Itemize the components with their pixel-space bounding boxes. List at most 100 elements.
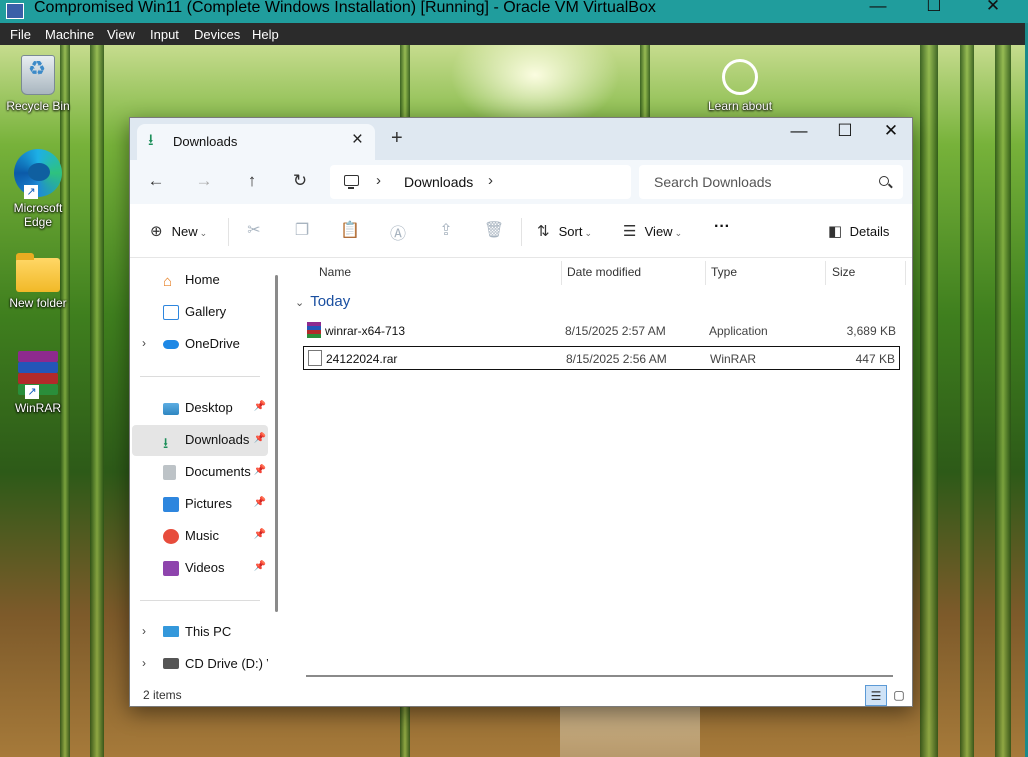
sidebar-item-documents[interactable]: Documents 📌 <box>132 457 268 488</box>
cut-icon[interactable]: ✂ <box>243 220 265 240</box>
navigation-bar: ← → ↑ ↻ › Downloads › Search Downloads <box>130 160 912 204</box>
status-bar: 2 items ☰ ▢ <box>130 680 912 706</box>
file-list: Name Date modified Type Size ⌄ Today winr… <box>287 259 912 680</box>
pin-icon[interactable]: 📌 <box>254 465 266 476</box>
desktop-icon-label: New folder <box>9 296 67 310</box>
pictures-icon <box>163 497 179 512</box>
table-row[interactable]: 24122024.rar 8/15/2025 2:56 AM WinRAR 44… <box>303 346 900 370</box>
pin-icon[interactable]: 📌 <box>254 561 266 572</box>
navigation-pane: ⌂ Home Gallery › OneDrive Desktop 📌 ⭳ Do… <box>130 259 286 680</box>
sort-icon: ⇅ <box>537 223 550 240</box>
forward-button[interactable]: → <box>188 168 220 196</box>
sidebar-item-onedrive[interactable]: › OneDrive <box>132 329 268 360</box>
desktop-icon-new-folder[interactable]: New folder <box>0 253 76 310</box>
tab-downloads[interactable]: ⭳ Downloads × <box>137 124 375 160</box>
navigation-pane-scrollbar[interactable] <box>275 275 278 612</box>
group-label: Today <box>310 293 351 310</box>
sidebar-item-label: Videos <box>185 560 225 575</box>
sidebar-item-downloads[interactable]: ⭳ Downloads 📌 <box>132 425 268 456</box>
menu-file[interactable]: File <box>10 27 31 42</box>
chevron-down-icon: ⌄ <box>295 297 305 309</box>
tiles-view-button[interactable]: ▢ <box>888 685 910 706</box>
close-button[interactable]: ✕ <box>868 118 912 146</box>
view-button[interactable]: ☰ View ⌄ <box>623 222 682 240</box>
menu-view[interactable]: View <box>107 27 135 42</box>
up-button[interactable]: ↑ <box>236 168 268 196</box>
sidebar-item-videos[interactable]: Videos 📌 <box>132 553 268 584</box>
documents-icon <box>163 465 176 480</box>
download-icon: ⭳ <box>163 435 169 452</box>
delete-icon[interactable]: 🗑 <box>483 220 505 240</box>
pin-icon[interactable]: 📌 <box>254 433 266 444</box>
sidebar-item-cd-drive[interactable]: › CD Drive (D:) Vir <box>132 649 268 680</box>
column-header-type[interactable]: Type <box>711 259 737 287</box>
more-options-button[interactable]: ··· <box>714 218 730 236</box>
desktop-icon-edge[interactable]: ↗ Microsoft Edge <box>0 149 76 229</box>
address-bar[interactable]: › Downloads › <box>330 165 631 199</box>
table-row[interactable]: winrar-x64-713 8/15/2025 2:57 AM Applica… <box>303 319 900 343</box>
refresh-button[interactable]: ↻ <box>284 168 316 196</box>
horizontal-scrollbar[interactable] <box>306 675 893 677</box>
sidebar-item-label: Documents <box>185 464 251 479</box>
music-icon <box>163 529 179 544</box>
share-icon[interactable]: ⇪ <box>435 220 457 240</box>
desktop-icon-winrar[interactable]: ↗ WinRAR <box>0 349 76 415</box>
paste-icon[interactable]: 📋 <box>339 220 361 240</box>
chevron-right-icon[interactable]: › <box>142 624 146 638</box>
column-header-name[interactable]: Name <box>319 259 351 287</box>
tab-close-icon[interactable]: × <box>352 130 363 150</box>
menu-input[interactable]: Input <box>150 27 179 42</box>
sidebar-item-music[interactable]: Music 📌 <box>132 521 268 552</box>
column-header-size[interactable]: Size <box>832 259 855 287</box>
virtualbox-titlebar: Compromised Win11 (Complete Windows Inst… <box>0 0 1028 23</box>
desktop-icon-label: WinRAR <box>14 401 61 415</box>
search-icon <box>879 176 889 186</box>
menu-machine[interactable]: Machine <box>45 27 94 42</box>
minimize-button[interactable]: — <box>858 0 898 20</box>
back-button[interactable]: ← <box>140 168 172 196</box>
home-icon: ⌂ <box>163 273 173 290</box>
sidebar-item-label: Home <box>185 272 220 287</box>
minimize-button[interactable]: — <box>776 118 822 146</box>
pin-icon[interactable]: 📌 <box>254 529 266 540</box>
chevron-right-icon[interactable]: › <box>376 172 381 189</box>
winrar-installer-icon <box>307 322 321 338</box>
maximize-button[interactable]: ☐ <box>822 118 868 146</box>
chevron-right-icon[interactable]: › <box>142 336 146 350</box>
cloud-icon <box>163 340 179 349</box>
details-pane-button[interactable]: ◧ Details <box>828 222 889 240</box>
pin-icon[interactable]: 📌 <box>254 497 266 508</box>
copy-icon[interactable]: ❐ <box>291 220 313 240</box>
group-header-today[interactable]: ⌄ Today <box>295 293 350 310</box>
sidebar-item-label: Gallery <box>185 304 227 319</box>
details-view-button[interactable]: ☰ <box>865 685 887 706</box>
sidebar-item-pictures[interactable]: Pictures 📌 <box>132 489 268 520</box>
search-box[interactable]: Search Downloads <box>639 165 903 199</box>
sidebar-item-gallery[interactable]: Gallery <box>132 297 268 328</box>
new-button[interactable]: ⊕ New ⌄ <box>150 222 207 240</box>
desktop-icon-learn-about[interactable]: Learn about <box>702 59 778 113</box>
chevron-right-icon[interactable]: › <box>488 172 493 189</box>
sidebar-item-label: CD Drive (D:) Vir <box>185 656 268 671</box>
desktop-icon-recycle-bin[interactable]: Recycle Bin <box>0 55 76 113</box>
menu-devices[interactable]: Devices <box>194 27 240 42</box>
sort-button[interactable]: ⇅ Sort ⌄ <box>537 222 592 240</box>
new-tab-button[interactable]: + <box>391 128 403 148</box>
maximize-button[interactable]: ☐ <box>914 0 954 20</box>
shortcut-arrow-icon: ↗ <box>25 385 39 399</box>
sidebar-item-home[interactable]: ⌂ Home <box>132 265 268 296</box>
sidebar-item-label: OneDrive <box>185 336 240 351</box>
column-header-date[interactable]: Date modified <box>567 259 641 287</box>
details-pane-icon: ◧ <box>828 223 843 240</box>
chevron-right-icon[interactable]: › <box>142 656 146 670</box>
rename-icon[interactable]: Ⓐ <box>387 220 409 244</box>
menu-help[interactable]: Help <box>252 27 279 42</box>
close-button[interactable]: ✕ <box>973 0 1013 20</box>
pin-icon[interactable]: 📌 <box>254 401 266 412</box>
breadcrumb-downloads[interactable]: Downloads <box>404 174 473 190</box>
sidebar-item-desktop[interactable]: Desktop 📌 <box>132 393 268 424</box>
virtualbox-icon <box>6 3 24 19</box>
sidebar-item-this-pc[interactable]: › This PC <box>132 617 268 648</box>
desktop-icon-label: Recycle Bin <box>6 99 70 113</box>
download-icon: ⭳ <box>148 132 154 149</box>
